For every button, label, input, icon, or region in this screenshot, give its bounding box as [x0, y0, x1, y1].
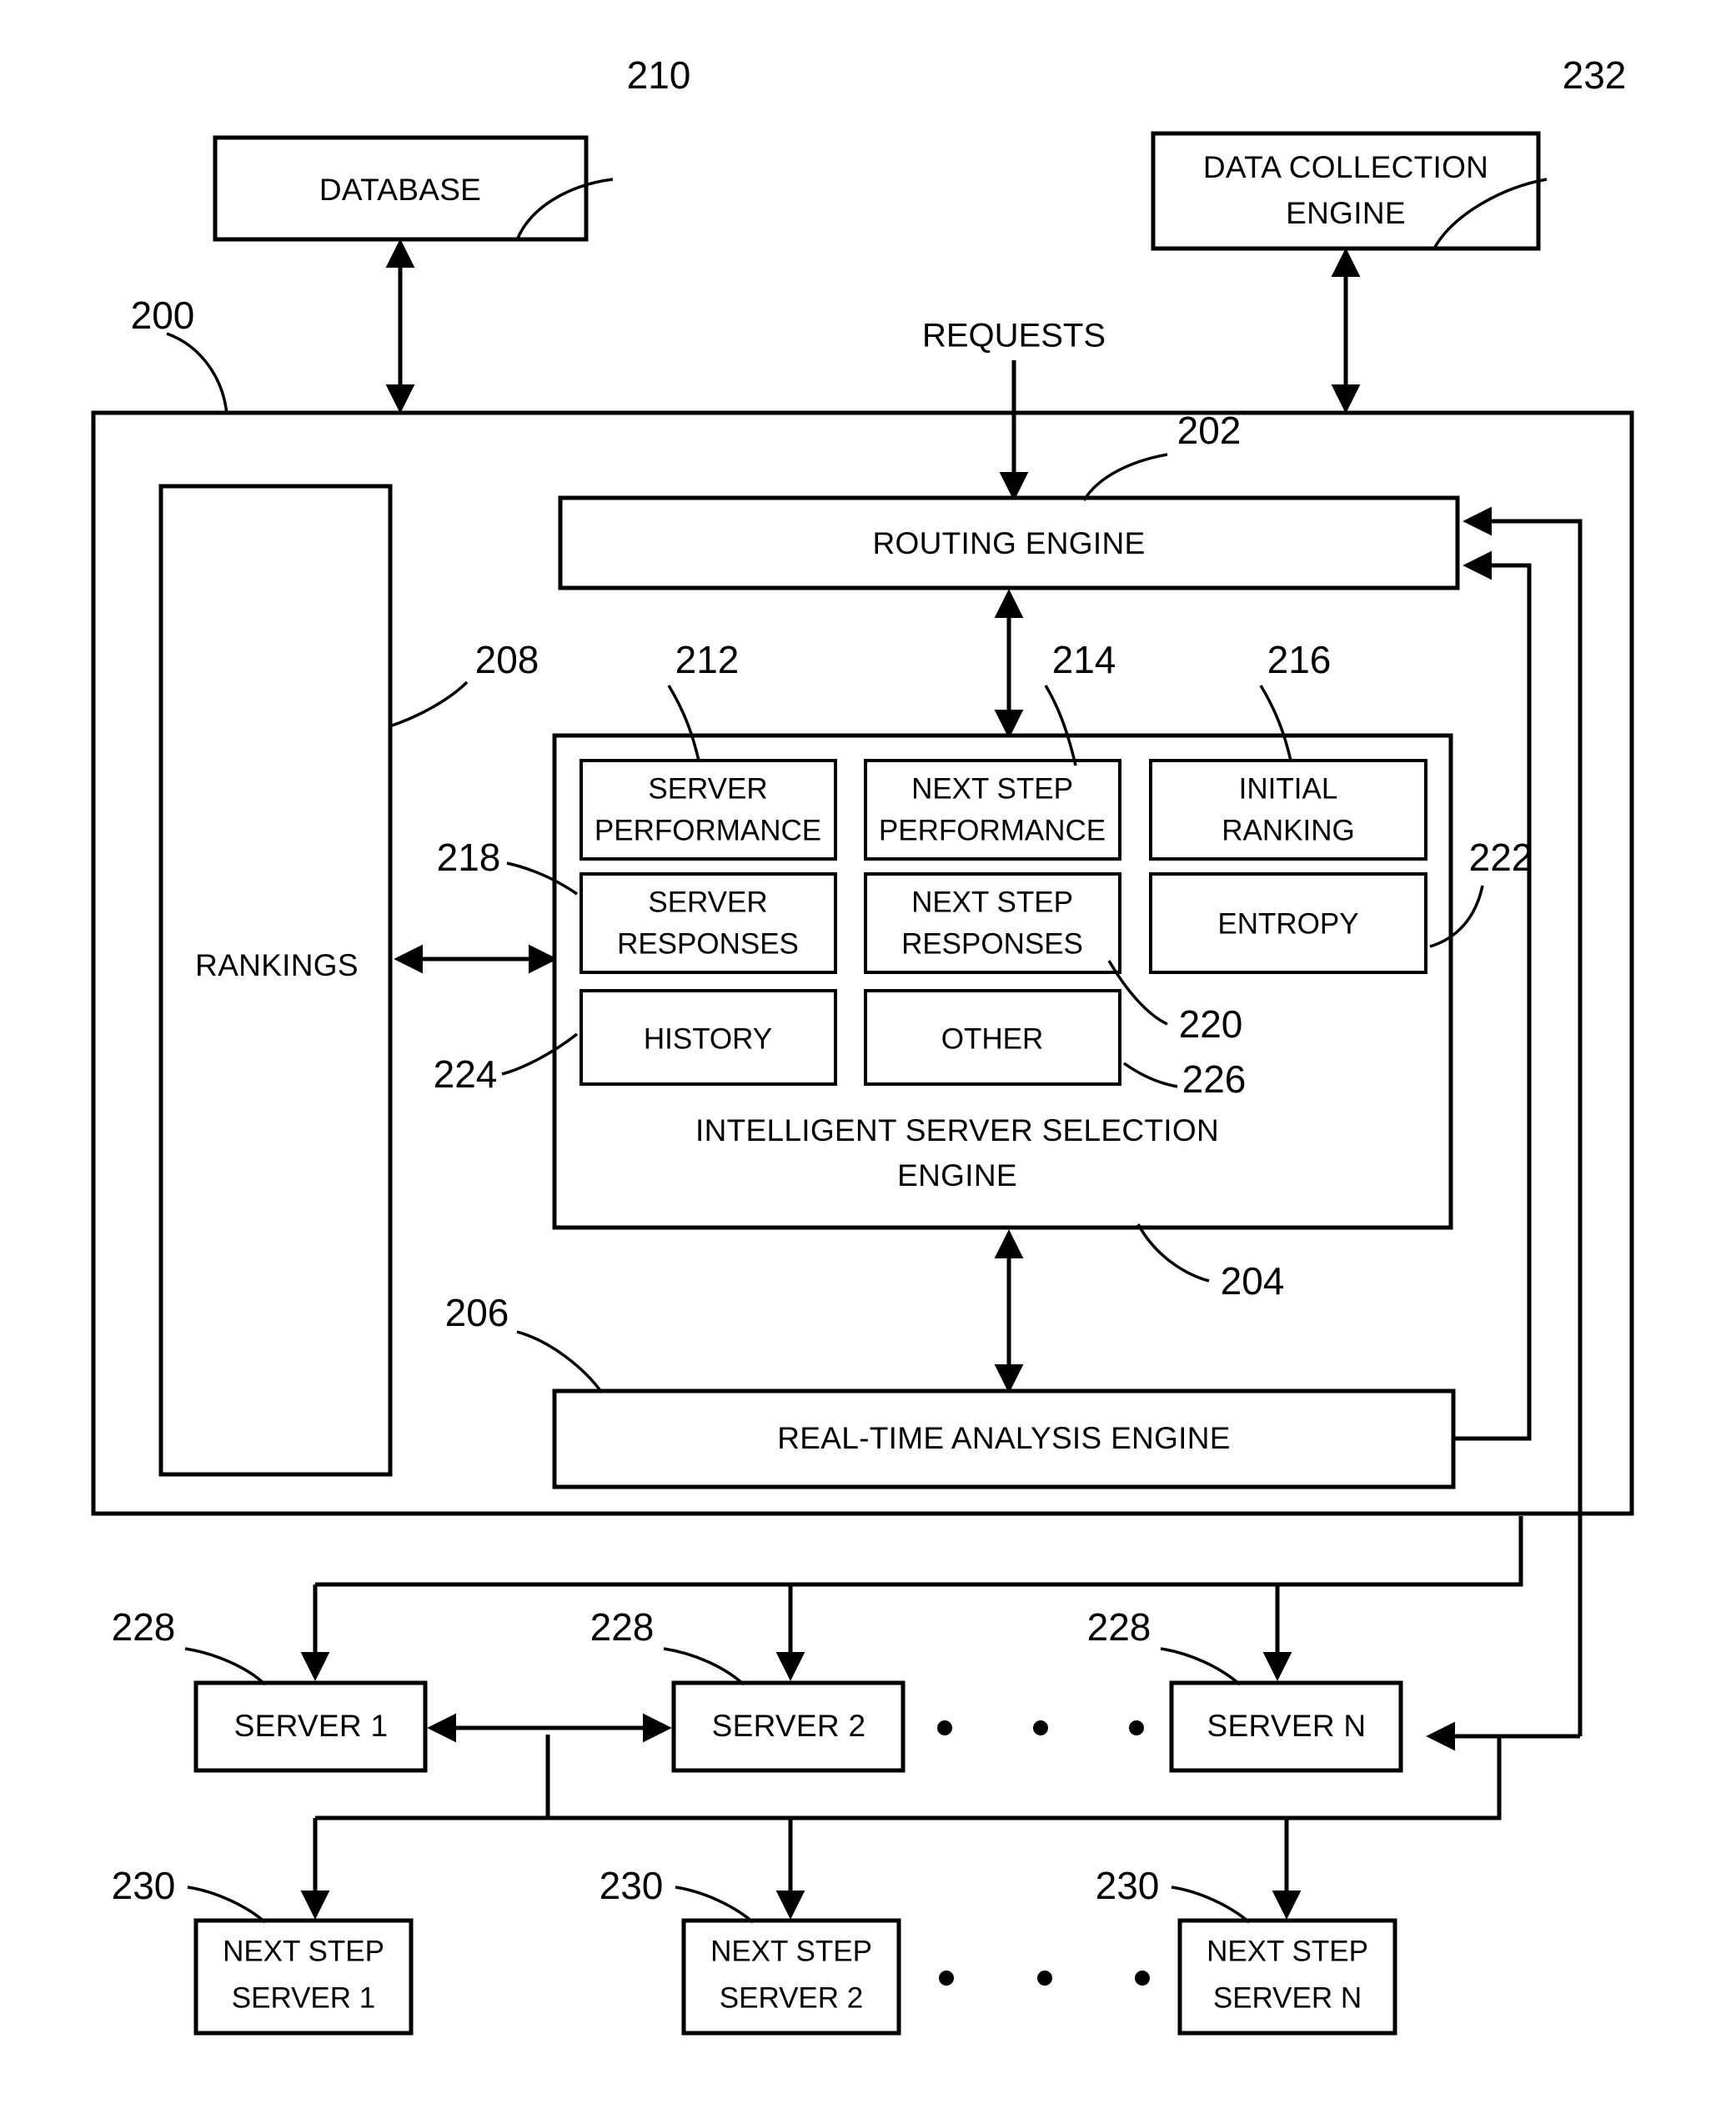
selection-engine-label-1: INTELLIGENT SERVER SELECTION — [695, 1113, 1219, 1147]
real-time-analysis-engine-label: REAL-TIME ANALYSIS ENGINE — [777, 1421, 1230, 1455]
tile-server-performance-label-2: PERFORMANCE — [595, 814, 821, 846]
ref-200-leader — [166, 332, 228, 415]
ref-230c-label: 230 — [1096, 1864, 1160, 1907]
ref-214-label: 214 — [1052, 638, 1116, 681]
next-step-server-n-label-2: SERVER N — [1213, 1981, 1362, 2014]
tile-next-step-responses-label-1: NEXT STEP — [911, 886, 1073, 918]
tile-other-label: OTHER — [941, 1022, 1044, 1055]
requests-label: REQUESTS — [922, 318, 1106, 354]
ref-230c-leader — [1171, 1886, 1251, 1924]
ref-230b-leader — [675, 1886, 755, 1924]
rankings-label: RANKINGS — [195, 948, 359, 982]
next-step-ellipsis-dot-2 — [1037, 1971, 1052, 1986]
server-1-label: SERVER 1 — [234, 1709, 389, 1743]
ref-228b-leader — [663, 1647, 745, 1686]
next-step-ellipsis-dot-3 — [1135, 1971, 1150, 1986]
data-collection-engine-label-2: ENGINE — [1286, 196, 1406, 230]
ref-224-label: 224 — [434, 1052, 498, 1096]
routing-engine-label: ROUTING ENGINE — [873, 526, 1146, 560]
server-n-label: SERVER N — [1207, 1709, 1367, 1743]
server-distribution-bus — [315, 1516, 1523, 1587]
ref-220-label: 220 — [1179, 1002, 1243, 1046]
tile-initial-ranking-label-2: RANKING — [1222, 814, 1354, 846]
tile-history-label: HISTORY — [644, 1022, 772, 1055]
ref-216-label: 216 — [1267, 638, 1332, 681]
ref-228b-label: 228 — [590, 1605, 655, 1649]
next-step-server-2-label-1: NEXT STEP — [710, 1935, 872, 1967]
server-ellipsis-dot-1 — [937, 1720, 952, 1735]
arrow-into-server-n-right — [1426, 1721, 1502, 1751]
tile-server-responses-label-1: SERVER — [648, 886, 767, 918]
data-collection-engine-label-1: DATA COLLECTION — [1203, 150, 1488, 184]
selection-engine-label-2: ENGINE — [897, 1158, 1017, 1193]
ref-228a-leader — [184, 1647, 267, 1686]
ref-230b-label: 230 — [600, 1864, 664, 1907]
database-label: DATABASE — [319, 173, 481, 207]
ref-212-label: 212 — [675, 638, 740, 681]
ref-208-label: 208 — [475, 638, 539, 681]
ref-210-label: 210 — [627, 53, 691, 97]
ref-228c-label: 228 — [1087, 1605, 1151, 1649]
tile-server-responses-label-2: RESPONSES — [617, 927, 799, 960]
next-step-server-1-label-1: NEXT STEP — [223, 1935, 384, 1967]
next-step-ellipsis-dot-1 — [939, 1971, 954, 1986]
tile-next-step-performance-label-2: PERFORMANCE — [879, 814, 1106, 846]
patent-figure: DATABASE 210 DATA COLLECTION ENGINE 232 … — [0, 0, 1736, 2114]
ref-200-label: 200 — [131, 294, 195, 337]
feedback-branch-server-n — [1497, 1734, 1580, 1739]
ref-202-label: 202 — [1177, 409, 1242, 452]
ref-206-label: 206 — [445, 1291, 509, 1334]
tile-next-step-responses-label-2: RESPONSES — [901, 927, 1083, 960]
tile-server-performance-label-1: SERVER — [648, 772, 767, 805]
server-2-label: SERVER 2 — [712, 1709, 866, 1743]
next-step-server-2-label-2: SERVER 2 — [720, 1981, 864, 2014]
tile-next-step-performance-label-1: NEXT STEP — [911, 772, 1073, 805]
server-ellipsis-dot-2 — [1033, 1720, 1048, 1735]
ref-228a-label: 228 — [112, 1605, 176, 1649]
ref-204-label: 204 — [1221, 1259, 1285, 1303]
ref-218-label: 218 — [437, 836, 501, 879]
tile-initial-ranking-label-1: INITIAL — [1239, 772, 1338, 805]
ref-230a-leader — [187, 1886, 267, 1924]
ref-228c-leader — [1160, 1647, 1242, 1686]
next-step-server-n-label-1: NEXT STEP — [1207, 1935, 1368, 1967]
next-step-bus-right-riser — [1407, 1736, 1502, 1820]
ref-230a-label: 230 — [112, 1864, 176, 1907]
figure-canvas: DATABASE 210 DATA COLLECTION ENGINE 232 … — [91, 53, 1634, 2036]
tile-entropy-label: ENTROPY — [1217, 907, 1358, 940]
server-ellipsis-dot-3 — [1129, 1720, 1144, 1735]
ref-226-label: 226 — [1182, 1057, 1247, 1101]
ref-222-label: 222 — [1469, 836, 1533, 879]
next-step-server-1-label-2: SERVER 1 — [232, 1981, 376, 2014]
ref-232-label: 232 — [1563, 53, 1627, 97]
